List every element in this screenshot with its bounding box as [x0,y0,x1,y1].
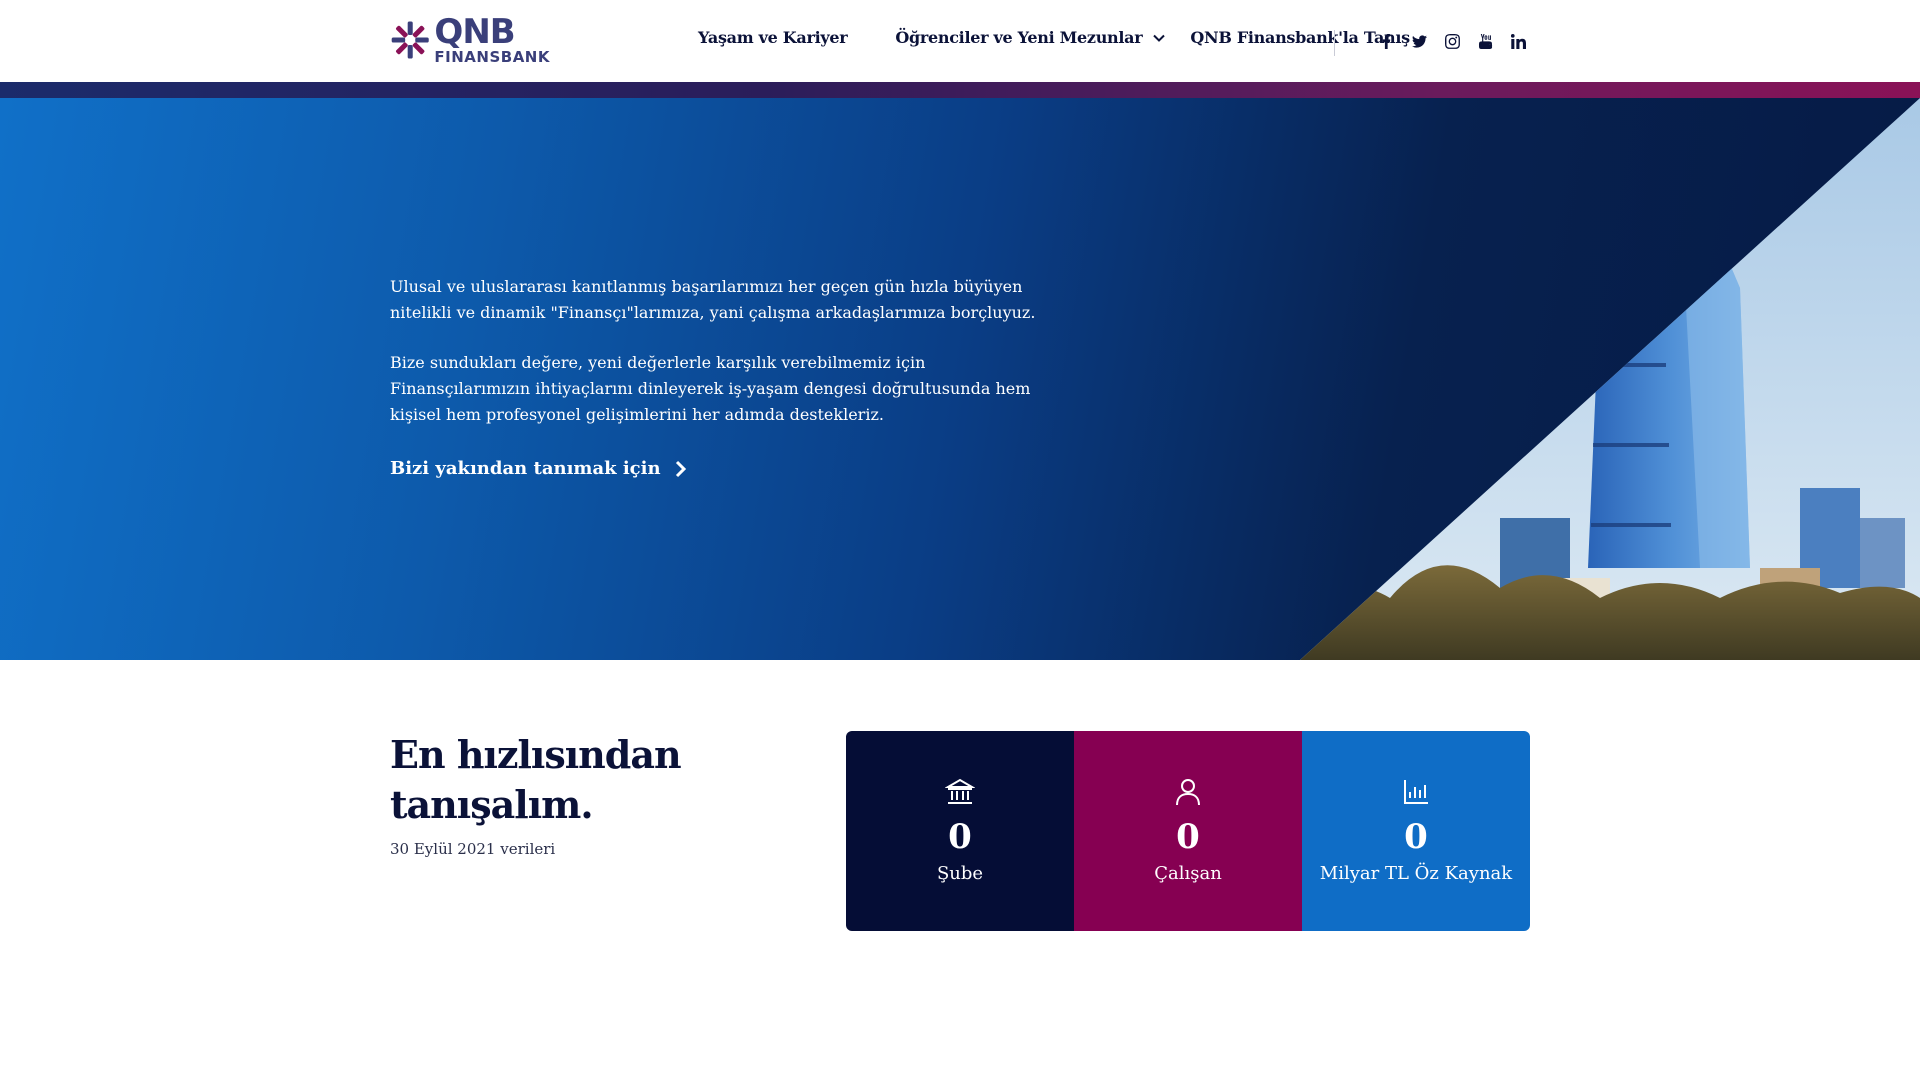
nav-item-yasam-ve-kariyer[interactable]: Yaşam ve Kariyer [698,28,848,47]
hero-top-strip [0,82,1920,98]
logo-secondary-text: FINANSBANK [434,48,550,66]
stat-card-employees: 0 Çalışan [1074,731,1302,931]
hero-paragraph-2: Bize sundukları değere, yeni değerlerle … [390,353,1031,424]
facebook-icon[interactable] [1370,32,1403,50]
nav-divider [1334,30,1335,56]
chevron-right-icon [675,460,686,477]
learn-more-link[interactable]: Bizi yakından tanımak için [390,458,687,479]
user-icon [1176,779,1200,806]
stat-label: Çalışan [1154,863,1222,884]
nav-item-label: Öğrenciler ve Yeni Mezunlar [895,28,1143,47]
hero-banner: QNB FINANSBANK Ulusal ve uluslararası ka… [0,98,1920,660]
twitter-icon[interactable] [1403,32,1436,50]
hero-text: Ulusal ve uluslararası kanıtlanmış başar… [390,274,1040,452]
instagram-icon[interactable] [1436,32,1469,50]
main-nav: Yaşam ve Kariyer Öğrenciler ve Yeni Mezu… [698,28,1410,47]
logo-mark-icon [391,21,429,59]
stat-value: 0 [1176,817,1200,857]
logo-primary-text: QNB [434,12,515,52]
stat-label: Milyar TL Öz Kaynak [1319,863,1513,884]
stat-card-equity: 0 Milyar TL Öz Kaynak [1302,731,1530,931]
bar-chart-icon [1404,780,1428,804]
qnb-finansbank-logo[interactable]: QNB FINANSBANK [390,14,550,66]
stat-value: 0 [1404,817,1428,857]
chevron-down-icon [1153,34,1166,42]
stat-value: 0 [948,817,972,857]
tower-sign-primary: QNB [1644,233,1676,248]
learn-more-label: Bizi yakından tanımak için [390,458,661,479]
site-header: QNB FINANSBANK Yaşam ve Kariyer Öğrencil… [0,0,1920,82]
hero-paragraph-1: Ulusal ve uluslararası kanıtlanmış başar… [390,277,1036,322]
bank-icon [945,778,975,804]
stats-cards: 0 Şube 0 Çalışan 0 Milyar TL Öz Kaynak [846,731,1530,931]
youtube-icon[interactable] [1469,32,1502,50]
tower-sign-secondary: FINANSBANK [1644,250,1696,258]
stat-label: Şube [936,863,984,884]
social-links [1370,32,1535,50]
stats-title: En hızlısından tanışalım. [390,732,682,827]
tower-sign-logo: QNB FINANSBANK [1622,233,1696,258]
linkedin-icon[interactable] [1502,32,1535,50]
nav-item-ogrenciler-ve-yeni-mezunlar[interactable]: Öğrenciler ve Yeni Mezunlar [895,28,1166,47]
stat-card-branches: 0 Şube [846,731,1074,931]
stats-date-note: 30 Eylül 2021 verileri [390,840,556,858]
hq-tower-photo: QNB FINANSBANK [1300,98,1920,660]
